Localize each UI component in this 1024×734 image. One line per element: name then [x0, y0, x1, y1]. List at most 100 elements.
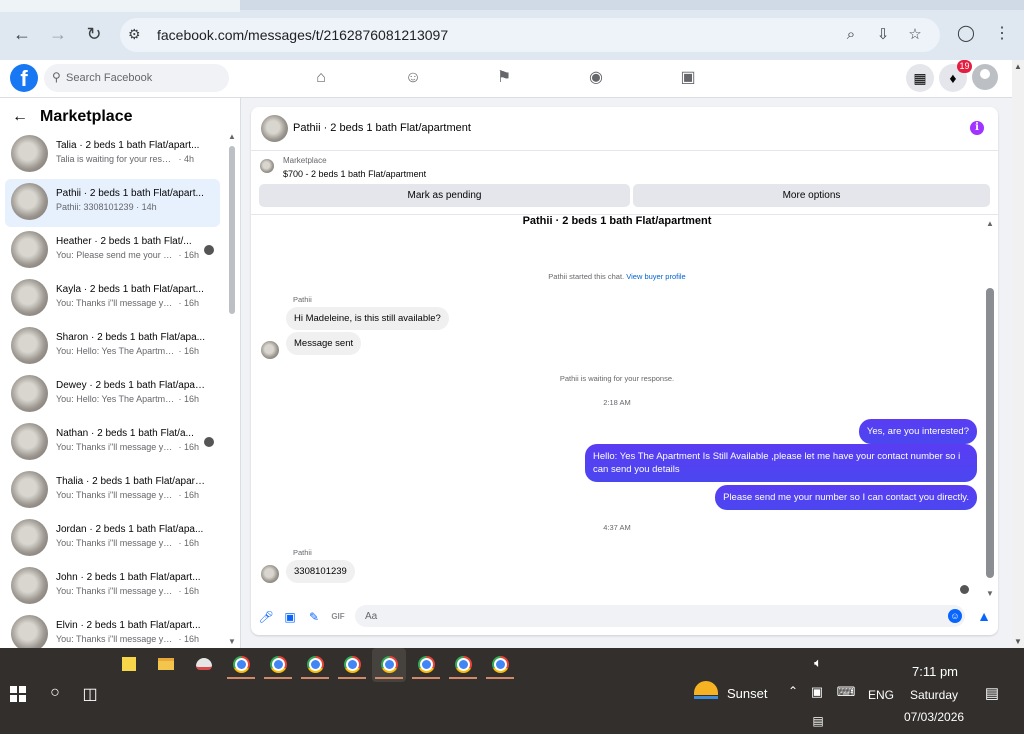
incoming-message[interactable]: Message sent [286, 332, 362, 355]
gaming-icon[interactable]: ▣ [678, 68, 698, 88]
forward-arrow-icon[interactable]: → [46, 22, 70, 46]
scroll-up-icon[interactable]: ▲ [986, 219, 994, 228]
back-arrow-icon[interactable]: ← [10, 22, 34, 46]
conversation-item[interactable]: John · 2 beds 1 bath Flat/apart... You: T… [5, 563, 220, 611]
groups-icon[interactable]: ◉ [586, 68, 606, 88]
scroll-up-icon[interactable]: ▲ [228, 132, 236, 141]
taskbar-date[interactable]: 07/03/2026 [904, 710, 964, 724]
conversation-item[interactable]: Kayla · 2 beds 1 bath Flat/apart... You: … [5, 275, 220, 323]
home-icon[interactable]: ⌂ [311, 68, 331, 88]
chrome-app-icon[interactable] [341, 653, 363, 675]
reload-icon[interactable]: ↻ [82, 22, 106, 46]
snippet-text: Pathii: 3308101239 [56, 202, 134, 212]
listing-row[interactable]: Marketplace $700 - 2 beds 1 bath Flat/ap… [251, 151, 998, 181]
keyboard-icon[interactable]: ⌨ [834, 684, 858, 700]
active-tab[interactable] [0, 0, 240, 12]
more-options-button[interactable]: More options [633, 184, 990, 207]
sticky-notes-icon[interactable] [118, 653, 140, 675]
sender-avatar[interactable] [261, 341, 279, 359]
back-arrow-icon[interactable]: ← [12, 108, 28, 126]
chrome-app-icon[interactable] [267, 653, 289, 675]
taskbar-time[interactable]: 7:11 pm [912, 664, 958, 679]
facebook-logo-icon[interactable]: f [10, 64, 38, 92]
notifications-center-icon[interactable]: ▤ [982, 684, 1002, 702]
zoom-icon[interactable]: ⌕ [842, 26, 860, 44]
conversation-avatar [11, 519, 48, 556]
conversation-item[interactable]: Sharon · 2 beds 1 bath Flat/apa... You: H… [5, 323, 220, 371]
conversation-item[interactable]: Thalia · 2 beds 1 bath Flat/apart... You:… [5, 467, 220, 515]
camera-icon[interactable]: ▣ [810, 684, 824, 700]
taskbar-day[interactable]: Saturday [910, 688, 958, 702]
weather-text[interactable]: Sunset [727, 686, 767, 701]
sidebar-scrollbar[interactable]: ▲ ▼ [226, 132, 238, 646]
chrome-icon [454, 655, 472, 673]
sender-name: Pathii [293, 295, 312, 304]
outgoing-message[interactable]: Please send me your number so I can cont… [715, 485, 977, 510]
profile-icon[interactable]: ◯ [956, 24, 976, 44]
pages-flag-icon[interactable]: ⚑ [494, 68, 514, 88]
chat-started-notice: Pathii started this chat. View buyer pro… [251, 272, 983, 281]
incoming-message[interactable]: Hi Madeleine, is this still available? [286, 307, 449, 330]
scrollbar-thumb[interactable] [229, 146, 235, 314]
windows-start-icon[interactable] [10, 686, 26, 702]
microphone-icon[interactable]: 🎤︎ [258, 609, 274, 625]
site-settings-icon[interactable]: ⚙ [128, 26, 146, 44]
message-input[interactable] [355, 605, 965, 627]
incoming-message[interactable]: 3308101239 [286, 560, 355, 583]
scroll-down-icon[interactable]: ▼ [1014, 637, 1022, 646]
menu-dots-icon[interactable]: ⋮ [992, 24, 1012, 44]
facebook-search[interactable]: ⚲ [44, 64, 229, 92]
timestamp: 2:18 AM [603, 398, 631, 407]
conversation-name: Thalia · 2 beds 1 bath Flat/apart... [56, 476, 206, 487]
gif-icon[interactable]: GIF [330, 609, 346, 625]
url-text[interactable]: facebook.com/messages/t/2162876081213097 [157, 27, 448, 43]
language-indicator[interactable]: ENG [868, 688, 894, 702]
friends-icon[interactable]: ☺ [403, 68, 423, 88]
conversation-item[interactable]: Heather · 2 beds 1 bath Flat/... You: Ple… [5, 227, 220, 275]
scroll-down-icon[interactable]: ▼ [228, 637, 236, 646]
photo-icon[interactable]: ▣ [282, 609, 298, 625]
scrollbar-thumb[interactable] [986, 288, 994, 578]
conversation-name: Kayla · 2 beds 1 bath Flat/apart... [56, 284, 204, 295]
outgoing-message[interactable]: Hello: Yes The Apartment Is Still Availa… [585, 444, 977, 482]
conversation-item[interactable]: Nathan · 2 beds 1 bath Flat/a... You: Tha… [5, 419, 220, 467]
conversation-item[interactable]: Talia · 2 beds 1 bath Flat/apart... Talia… [5, 131, 220, 179]
view-buyer-profile-link[interactable]: View buyer profile [626, 272, 685, 281]
scroll-down-icon[interactable]: ▼ [986, 589, 994, 598]
conversation-item[interactable]: Dewey · 2 beds 1 bath Flat/apart... You: … [5, 371, 220, 419]
paint-icon[interactable] [193, 653, 215, 675]
like-thumb-icon[interactable]: ▲ [975, 607, 993, 625]
account-avatar[interactable] [972, 64, 998, 90]
file-explorer-icon[interactable] [155, 653, 177, 675]
chat-title[interactable]: Pathii · 2 beds 1 bath Flat/apartment [293, 122, 471, 134]
sender-avatar[interactable] [261, 565, 279, 583]
chrome-app-icon[interactable] [489, 653, 511, 675]
scroll-up-icon[interactable]: ▲ [1014, 62, 1022, 71]
mark-pending-button[interactable]: Mark as pending [259, 184, 630, 207]
page-scrollbar[interactable]: ▲ ▼ [1012, 60, 1024, 648]
menu-grid-icon[interactable]: ▦ [906, 64, 934, 92]
chevron-up-icon[interactable]: ⌃ [786, 684, 800, 698]
chrome-app-icon[interactable] [415, 653, 437, 675]
conversation-item[interactable]: Pathii · 2 beds 1 bath Flat/apart... Path… [5, 179, 220, 227]
chrome-app-icon[interactable] [378, 653, 400, 675]
chrome-app-icon[interactable] [452, 653, 474, 675]
network-icon[interactable]: ▤ [808, 714, 828, 728]
volume-icon[interactable]: 🔈︎ [808, 655, 828, 671]
task-view-icon[interactable]: ◫ [80, 684, 100, 704]
chrome-app-icon[interactable] [230, 653, 252, 675]
address-bar[interactable]: ⚙ facebook.com/messages/t/21628760812130… [120, 18, 940, 52]
outgoing-message[interactable]: Yes, are you interested? [858, 419, 977, 444]
info-icon[interactable]: i [970, 121, 984, 135]
install-app-icon[interactable]: ⇩ [874, 26, 892, 44]
search-icon[interactable]: ○ [45, 684, 65, 702]
bookmark-star-icon[interactable]: ☆ [906, 26, 924, 44]
search-icon: ⚲ [52, 70, 61, 84]
contact-avatar[interactable] [261, 115, 288, 142]
emoji-icon[interactable]: ☺ [948, 609, 962, 623]
thread-scrollbar[interactable]: ▲ ▼ [983, 215, 996, 600]
search-input[interactable] [66, 69, 221, 87]
sticker-icon[interactable]: ✎ [306, 609, 322, 625]
chrome-app-icon[interactable] [304, 653, 326, 675]
conversation-item[interactable]: Jordan · 2 beds 1 bath Flat/apa... You: T… [5, 515, 220, 563]
